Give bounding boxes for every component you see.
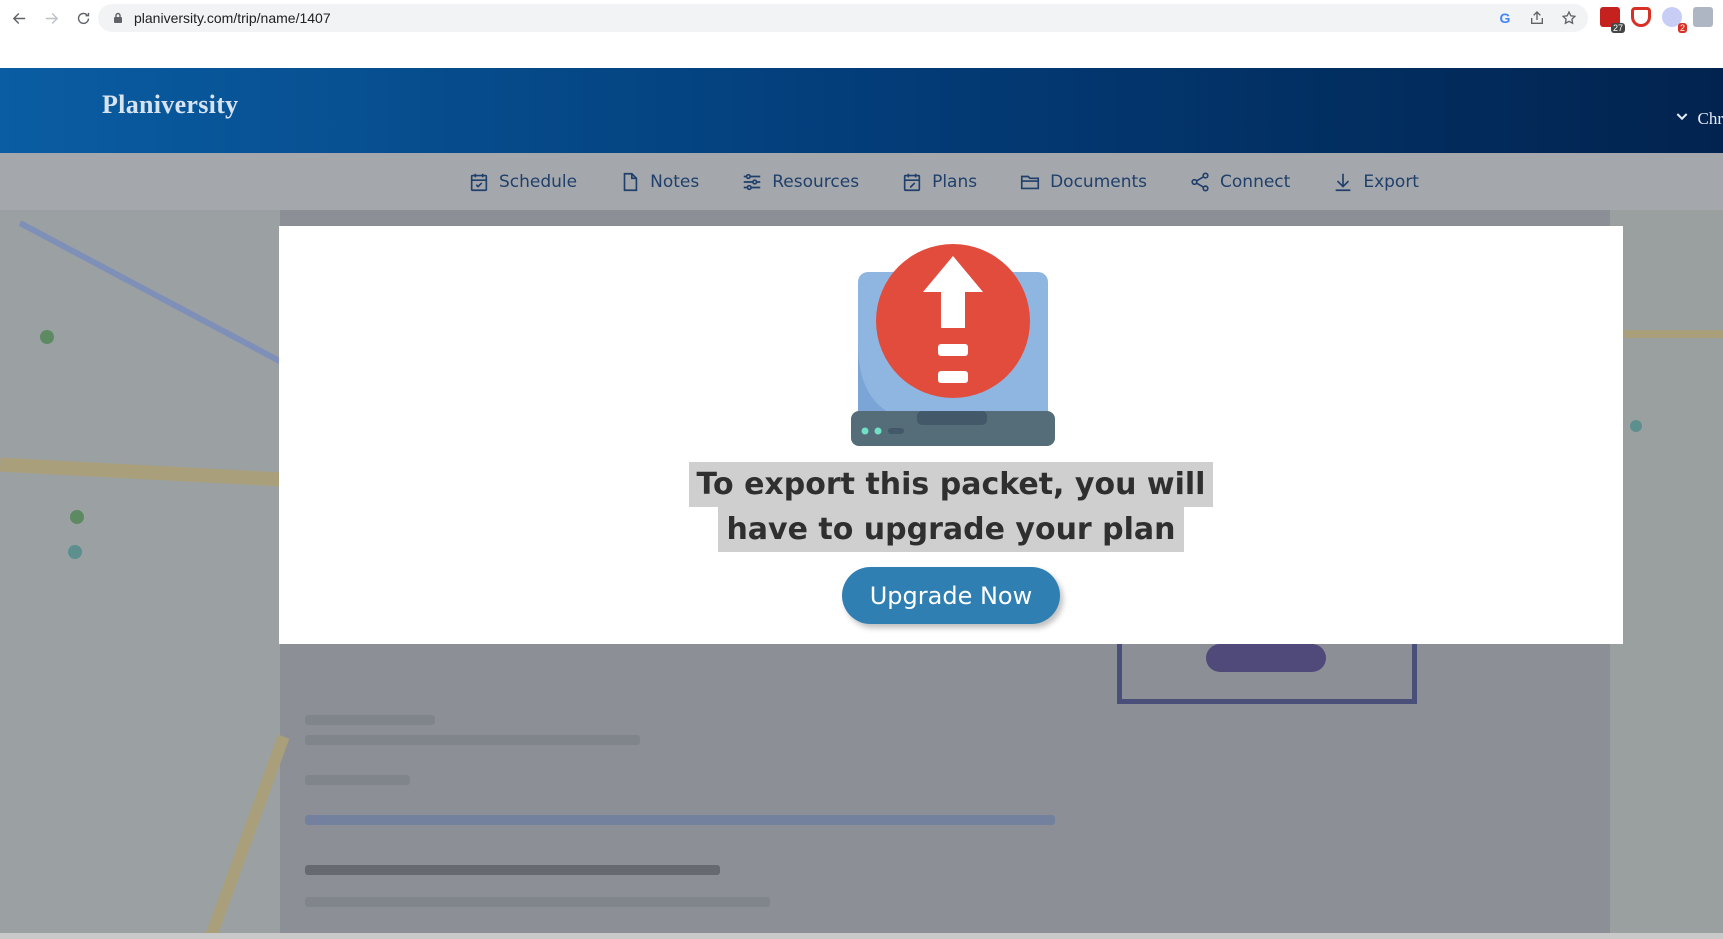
blurred-button bbox=[1206, 644, 1326, 672]
forward-icon[interactable] bbox=[38, 5, 64, 31]
trip-tabbar: Schedule Notes Resources Plans Documents… bbox=[0, 153, 1723, 210]
address-bar[interactable]: planiversity.com/trip/name/1407 G bbox=[98, 4, 1588, 32]
tab-schedule[interactable]: Schedule bbox=[468, 171, 577, 193]
tab-connect[interactable]: Connect bbox=[1189, 171, 1290, 193]
puzzle-extension-icon[interactable]: 2 bbox=[1662, 7, 1687, 33]
message-line-1: To export this packet, you will bbox=[688, 462, 1214, 507]
google-icon[interactable]: G bbox=[1496, 9, 1514, 27]
sliders-icon bbox=[743, 173, 761, 190]
browser-toolbar: planiversity.com/trip/name/1407 G 27 2 bbox=[0, 0, 1723, 36]
tab-notes[interactable]: Notes bbox=[619, 171, 699, 193]
tab-label: Export bbox=[1363, 171, 1419, 192]
brand-logo[interactable]: Planiversity bbox=[102, 90, 238, 120]
tab-plans[interactable]: Plans bbox=[901, 171, 977, 193]
page-bottom-edge bbox=[0, 933, 1723, 939]
upgrade-now-button[interactable]: Upgrade Now bbox=[842, 567, 1060, 624]
site-header: Planiversity Chr bbox=[0, 68, 1723, 153]
chevron-down-icon bbox=[1674, 108, 1690, 129]
tab-label: Documents bbox=[1050, 171, 1148, 192]
tab-documents[interactable]: Documents bbox=[1019, 171, 1147, 193]
upgrade-modal: To export this packet, you will have to … bbox=[279, 226, 1623, 644]
bookmark-star-icon[interactable] bbox=[1560, 9, 1578, 27]
lock-icon bbox=[114, 12, 122, 23]
tab-resources[interactable]: Resources bbox=[741, 171, 859, 193]
tab-label: Connect bbox=[1220, 171, 1291, 192]
js-extension-icon[interactable] bbox=[1693, 7, 1713, 27]
document-icon bbox=[623, 172, 638, 191]
pocket-extension-icon[interactable] bbox=[1631, 7, 1651, 27]
reload-icon[interactable] bbox=[70, 5, 96, 31]
tab-export[interactable]: Export bbox=[1332, 171, 1419, 193]
tab-label: Resources bbox=[772, 171, 860, 192]
map-right bbox=[1610, 210, 1723, 939]
message-line-2: have to upgrade your plan bbox=[718, 507, 1184, 552]
share-page-icon[interactable] bbox=[1528, 9, 1546, 27]
calendar-extension-icon[interactable]: 27 bbox=[1600, 7, 1625, 33]
upload-alert-icon bbox=[851, 244, 1055, 446]
tab-label: Schedule bbox=[499, 171, 578, 192]
calendar-check-icon bbox=[470, 173, 488, 191]
download-icon bbox=[1335, 173, 1351, 191]
tab-label: Notes bbox=[650, 171, 700, 192]
url-text: planiversity.com/trip/name/1407 bbox=[134, 10, 331, 26]
folder-icon bbox=[1021, 175, 1040, 189]
back-icon[interactable] bbox=[6, 5, 32, 31]
user-menu[interactable]: Chr bbox=[1674, 108, 1723, 129]
map-left bbox=[0, 210, 290, 939]
tab-label: Plans bbox=[932, 171, 978, 192]
upgrade-message: To export this packet, you will have to … bbox=[279, 462, 1623, 552]
share-icon bbox=[1191, 171, 1209, 192]
user-name: Chr bbox=[1697, 108, 1723, 128]
calendar-edit-icon bbox=[903, 173, 921, 191]
